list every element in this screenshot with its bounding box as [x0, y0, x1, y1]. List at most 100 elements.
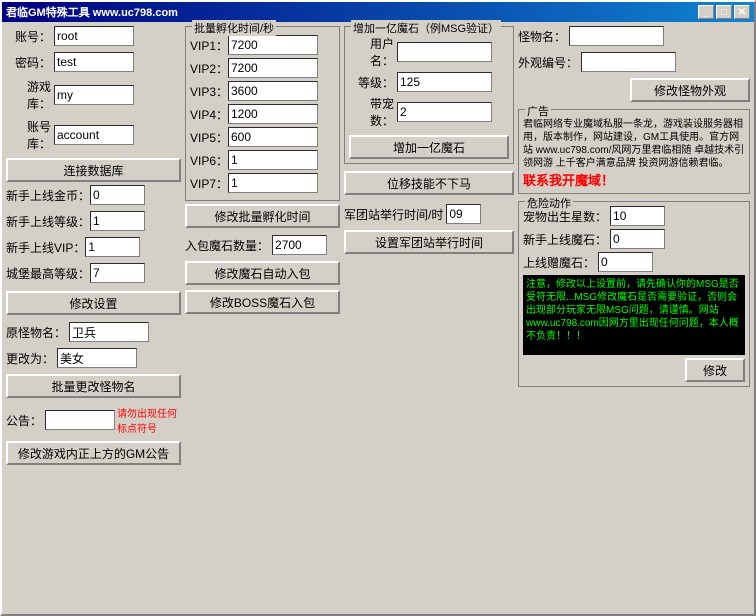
minimize-button[interactable]: _ [698, 5, 714, 19]
pet-star-input[interactable] [610, 206, 665, 226]
vip2-label: VIP2： [190, 60, 228, 77]
title-bar: 君临GM特殊工具 www.uc798.com _ □ ✕ [2, 2, 754, 22]
announcement-label: 公告： [6, 412, 42, 429]
vip3-input[interactable] [228, 81, 318, 101]
inpack-row: 入包魔石数量： [185, 235, 340, 255]
monster-name-input[interactable] [69, 322, 149, 342]
newbie-gold-input[interactable] [90, 185, 145, 205]
monster-right-input[interactable] [569, 26, 664, 46]
maximize-button[interactable]: □ [716, 5, 732, 19]
online-gift-input[interactable] [598, 252, 653, 272]
army-time-input[interactable] [446, 204, 481, 224]
danger-title: 危险动作 [525, 195, 573, 211]
account-row: 账号： [6, 26, 181, 46]
appearance-label: 外观编号： [518, 54, 578, 71]
change-to-input[interactable] [57, 348, 137, 368]
vip1-input[interactable] [228, 35, 318, 55]
monster-name-row: 原怪物名： [6, 322, 181, 342]
army-time-label: 军团站举行时间/时 [344, 206, 443, 223]
account-label: 账号： [6, 28, 51, 45]
center-username-input[interactable] [397, 42, 492, 62]
close-button[interactable]: ✕ [734, 5, 750, 19]
announcement-hint: 请勿出现任何标点符号 [117, 405, 181, 435]
modify-settings-button[interactable]: 修改设置 [6, 291, 181, 315]
add-magic-group: 增加一亿魔石（例MSG验证） 用户名： 等级： 带宠数： 增加一亿魔石 [344, 26, 514, 164]
vip1-row: VIP1： [190, 35, 335, 55]
gamedb-label: 游戏库： [6, 78, 51, 112]
batch-change-button[interactable]: 批量更改怪物名 [6, 374, 181, 398]
modify-button[interactable]: 修改 [685, 358, 745, 382]
vip3-row: VIP3： [190, 81, 335, 101]
account-input[interactable] [54, 26, 134, 46]
inpack-input[interactable] [272, 235, 327, 255]
gamedb-row: 游戏库： [6, 78, 181, 112]
notice-box: 注意，修改以上设置前，请先确认你的MSG是否受符无限...MSG修改魔石是否需要… [523, 275, 745, 355]
add-magic-button[interactable]: 增加一亿魔石 [349, 135, 509, 159]
online-gift-label: 上线赠魔石： [523, 254, 595, 271]
pet-count-input[interactable] [397, 102, 492, 122]
modify-appearance-button[interactable]: 修改怪物外观 [630, 78, 750, 102]
vip4-input[interactable] [228, 104, 318, 124]
newbie-magic-row: 新手上线魔石： [523, 229, 745, 249]
vip4-row: VIP4： [190, 104, 335, 124]
monster-right-row: 怪物名： [518, 26, 750, 46]
set-army-button[interactable]: 设置军团站举行时间 [344, 230, 514, 254]
monster-appearance-section: 怪物名： 外观编号： 修改怪物外观 [518, 26, 750, 102]
accountdb-input[interactable] [54, 125, 134, 145]
main-window: 君临GM特殊工具 www.uc798.com _ □ ✕ 账号： 密码： 游戏库… [0, 0, 756, 616]
appearance-input[interactable] [581, 52, 676, 72]
online-gift-row: 上线赠魔石： [523, 252, 745, 272]
newbie-level-input[interactable] [90, 211, 145, 231]
vip5-label: VIP5： [190, 129, 228, 146]
change-to-row: 更改为： [6, 348, 181, 368]
vip6-input[interactable] [228, 150, 318, 170]
vip3-label: VIP3： [190, 83, 228, 100]
right-panel: 怪物名： 外观编号： 修改怪物外观 广告 君临网络专业魔域私服一条龙，游戏装设服… [518, 26, 750, 610]
password-row: 密码： [6, 52, 181, 72]
add-magic-title: 增加一亿魔石（例MSG验证） [351, 20, 501, 36]
newbie-vip-label: 新手上线VIP： [6, 239, 85, 256]
gamedb-input[interactable] [54, 85, 134, 105]
accountdb-row: 账号库： [6, 118, 181, 152]
vip2-input[interactable] [228, 58, 318, 78]
danger-group: 危险动作 宠物出生星数： 新手上线魔石： 上线赠魔石： 注意，修改以上设置前，请… [518, 201, 750, 387]
max-level-row: 城堡最高等级： [6, 263, 181, 283]
accountdb-label: 账号库： [6, 118, 51, 152]
center-level-input[interactable] [397, 72, 492, 92]
ad-title: 广告 [525, 103, 551, 119]
newbie-vip-input[interactable] [85, 237, 140, 257]
max-level-input[interactable] [90, 263, 145, 283]
left-panel: 账号： 密码： 游戏库： 账号库： 连接数据库 新手上线金币： 新手上线等级 [6, 26, 181, 610]
modify-boss-button[interactable]: 修改BOSS魔石入包 [185, 290, 340, 314]
vip6-label: VIP6： [190, 152, 228, 169]
vip2-row: VIP2： [190, 58, 335, 78]
move-skill-button[interactable]: 位移技能不下马 [344, 171, 514, 195]
vip7-input[interactable] [228, 173, 318, 193]
password-label: 密码： [6, 54, 51, 71]
vip7-row: VIP7： [190, 173, 335, 193]
password-input[interactable] [54, 52, 134, 72]
change-to-label: 更改为： [6, 350, 54, 367]
vip4-label: VIP4： [190, 106, 228, 123]
newbie-magic-input[interactable] [610, 229, 665, 249]
appearance-row: 外观编号： [518, 52, 750, 72]
connect-button[interactable]: 连接数据库 [6, 158, 181, 182]
vip7-label: VIP7： [190, 175, 228, 192]
ad-text: 君临网络专业魔域私服一条龙，游戏装设服务器相用，版本制作，网站建设，GM工具使用… [523, 118, 745, 170]
ad-group: 广告 君临网络专业魔域私服一条龙，游戏装设服务器相用，版本制作，网站建设，GM工… [518, 109, 750, 194]
center-username-row: 用户名： [349, 35, 509, 69]
modify-announcement-button[interactable]: 修改游戏内正上方的GM公告 [6, 441, 181, 465]
notice-text: 注意，修改以上设置前，请先确认你的MSG是否受符无限...MSG修改魔石是否需要… [526, 279, 739, 342]
vip5-input[interactable] [228, 127, 318, 147]
modify-hatch-button[interactable]: 修改批量孵化时间 [185, 204, 340, 228]
newbie-level-label: 新手上线等级： [6, 213, 90, 230]
announcement-input[interactable] [45, 410, 115, 430]
army-time-row: 军团站举行时间/时 [344, 204, 514, 224]
newbie-level-row: 新手上线等级： [6, 211, 181, 231]
newbie-gold-row: 新手上线金币： [6, 185, 181, 205]
vip5-row: VIP5： [190, 127, 335, 147]
title-bar-buttons: _ □ ✕ [698, 5, 750, 19]
newbie-vip-row: 新手上线VIP： [6, 237, 181, 257]
pet-count-label: 带宠数： [349, 95, 394, 129]
modify-inpack-button[interactable]: 修改魔石自动入包 [185, 261, 340, 285]
